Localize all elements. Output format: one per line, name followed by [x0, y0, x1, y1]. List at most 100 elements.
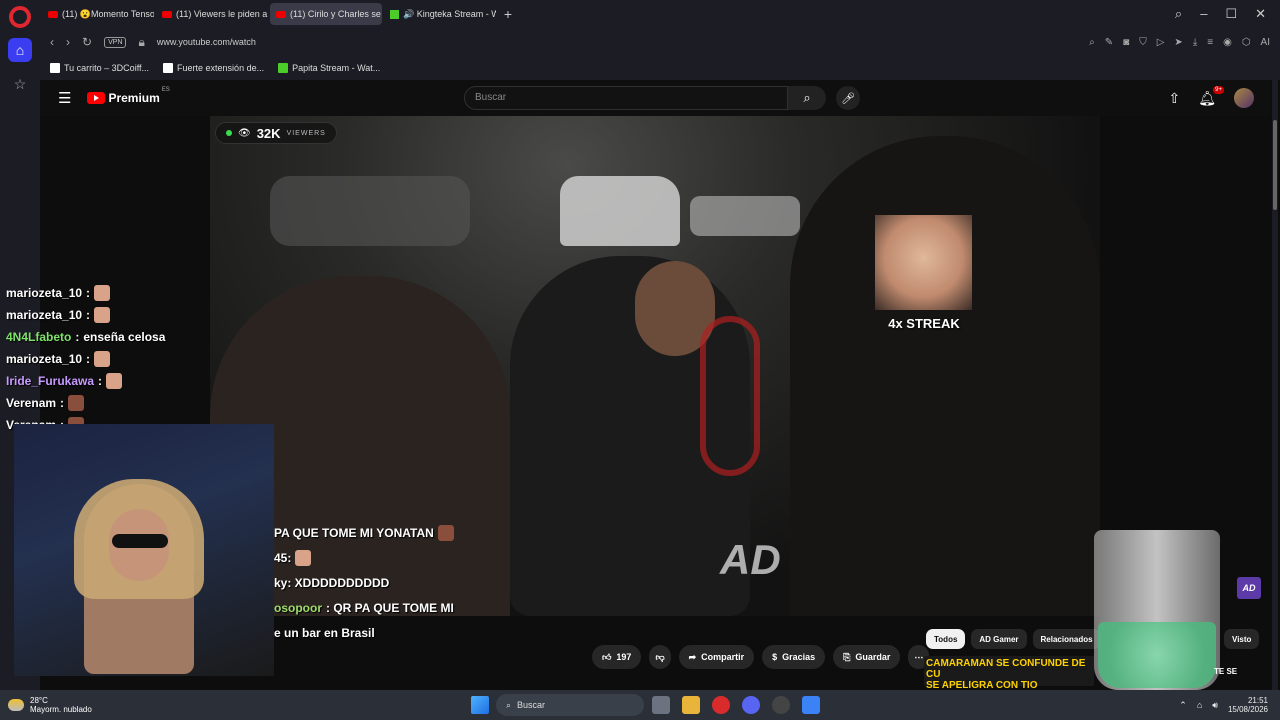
related-chips: Todos AD Gamer Relacionados [926, 629, 1101, 649]
app-icon[interactable] [772, 696, 790, 714]
chat-message: PA QUE TOME MI YONATAN [274, 524, 454, 542]
chat-message: osopoor : QR PA QUE TOME MI [274, 599, 454, 617]
forward-icon[interactable]: › [66, 35, 70, 49]
shield-icon[interactable]: ⛉ [1139, 37, 1147, 48]
volume-icon[interactable]: 🔊︎ [1212, 700, 1218, 711]
search-input[interactable]: Buscar [464, 86, 788, 110]
kick-favicon-icon [278, 63, 289, 73]
close-window-button[interactable]: ✕ [1255, 6, 1266, 22]
settings-icon[interactable] [802, 696, 820, 714]
tab-momento-tenso[interactable]: (11) 😮Momento Tenso E [42, 3, 154, 25]
tab-viewers[interactable]: (11) Viewers le piden a Ki [156, 3, 268, 25]
chat-text: PA QUE TOME MI YONATAN [274, 526, 434, 540]
minimize-button[interactable]: – [1200, 6, 1207, 22]
thumbs-up-icon: 👍︎ [602, 651, 612, 662]
emote-icon [94, 350, 111, 367]
chat-text: : QR PA QUE TOME MI [326, 601, 454, 615]
tab-cirilo-charles[interactable]: (11) Cirilo y Charles se× [270, 3, 382, 25]
scrollbar-thumb[interactable] [1273, 120, 1277, 210]
chat-message: 4N4Lfabeto: enseña celosa [6, 328, 165, 345]
upload-icon[interactable]: ⇧ [1168, 90, 1180, 107]
play-icon[interactable]: ▷ [1157, 37, 1165, 48]
bookmark-extension[interactable]: Fuerte extensión de... [163, 63, 264, 73]
network-icon[interactable]: ⌂ [1197, 700, 1202, 710]
thumbs-down-icon: 👎︎ [655, 651, 665, 662]
youtube-header: ☰ Premium ES Buscar ⌕ 🎤︎ ⇧ 🔔︎ 9+ [40, 80, 1270, 116]
mic-button[interactable]: 🎤︎ [836, 86, 860, 110]
profile-icon[interactable]: ◉ [1223, 37, 1232, 48]
notifications-icon[interactable]: 🔔︎ 9+ [1198, 85, 1224, 107]
bookmarks-bar: Tu carrito – 3DCoiff... Fuerte extensión… [40, 56, 1280, 80]
edit-icon[interactable]: ✎ [1105, 37, 1113, 48]
system-tray: ⌃ ⌂ 🔊︎ 21:51 15/08/2026 [1179, 696, 1268, 714]
chat-text: enseña celosa [83, 329, 166, 344]
channel-badge[interactable]: AD [1237, 577, 1261, 599]
address-bar: ‹ › ↻ VPN 🔒︎ www.youtube.com/watch ⌕ ✎ ◙… [40, 28, 1280, 56]
chip-ad-gamer[interactable]: AD Gamer [971, 629, 1027, 649]
windows-taskbar: 28°C Mayorm. nublado ⌕ Buscar ⌃ ⌂ 🔊︎ 21:51… [0, 690, 1280, 720]
maximize-button[interactable]: ☐ [1225, 6, 1237, 22]
chat-username: Iride_Furukawa [6, 373, 95, 388]
home-icon[interactable]: ⌂ [8, 38, 32, 62]
share-button[interactable]: ➦ Compartir [678, 645, 755, 669]
search-button[interactable]: ⌕ [788, 86, 826, 110]
webcam-sunglasses [112, 534, 168, 548]
windows-start-icon[interactable] [471, 696, 489, 714]
chip-visto[interactable]: Visto [1224, 629, 1260, 649]
opera-logo-icon[interactable] [9, 6, 31, 28]
live-dot-icon [226, 130, 232, 136]
task-view-icon[interactable] [652, 696, 670, 714]
youtube-favicon-icon [276, 10, 286, 18]
emote-icon [94, 284, 111, 301]
chevron-up-icon[interactable]: ⌃ [1179, 700, 1187, 711]
search-tabs-icon[interactable]: ⌕ [1175, 6, 1182, 22]
back-icon[interactable]: ‹ [50, 35, 54, 49]
tab-kingteka[interactable]: 🔊 Kingteka Stream - Wa [384, 3, 496, 25]
save-button[interactable]: ⎘ Guardar [833, 645, 901, 669]
address-toolbar: ⌕ ✎ ◙ ⛉ ▷ ➤ ⤓ ≡ ◉ ⬡ AI [1089, 37, 1280, 48]
opera-icon[interactable] [712, 696, 730, 714]
download-icon[interactable]: ⤓ [1193, 37, 1197, 48]
chip-todos[interactable]: Todos [926, 629, 966, 649]
header-actions: ⇧ 🔔︎ 9+ [1168, 85, 1254, 108]
chat-username: osopoor [274, 601, 322, 615]
camera-icon[interactable]: ◙ [1123, 37, 1129, 48]
menu-icon[interactable]: ≡ [1207, 37, 1213, 48]
notification-count-badge: 9+ [1213, 85, 1224, 94]
extensions-icon[interactable]: ⬡ [1242, 37, 1251, 48]
chat-username: 4N4Lfabeto [6, 329, 72, 344]
reload-icon[interactable]: ↻ [82, 35, 92, 49]
youtube-logo[interactable]: Premium ES [87, 87, 170, 105]
url-field[interactable]: www.youtube.com/watch [157, 37, 256, 47]
vpn-badge[interactable]: VPN [104, 36, 127, 48]
emote-icon [68, 394, 85, 411]
file-explorer-icon[interactable] [682, 696, 700, 714]
hamburger-menu-icon[interactable]: ☰ [58, 89, 71, 107]
chat-text: ky: XDDDDDDDDDD [274, 576, 390, 590]
taskbar-search[interactable]: ⌕ Buscar [496, 694, 644, 716]
chat-separator: : [86, 285, 91, 300]
bookmark-3dcoiff[interactable]: Tu carrito – 3DCoiff... [50, 63, 149, 73]
chat-text: 45: [274, 551, 292, 565]
video-actions: 👍︎ 197 👎︎ ➦ Compartir $ Gracias ⎘ Guardar ⋯ [592, 645, 930, 669]
star-icon[interactable]: ☆ [8, 72, 32, 96]
chip-relacionados[interactable]: Relacionados [1032, 629, 1101, 649]
chat-message: e un bar en Brasil [274, 624, 454, 642]
dislike-button[interactable]: 👎︎ [649, 645, 671, 669]
chat-text: e un bar en Brasil [274, 626, 375, 640]
related-video-thumbnail[interactable]: CAMARAMAN SE CONFUNDE DE CU SE APELIGRA … [924, 656, 1094, 691]
zoom-icon[interactable]: ⌕ [1089, 37, 1095, 48]
like-button[interactable]: 👍︎ 197 [592, 645, 642, 669]
send-icon[interactable]: ➤ [1174, 37, 1182, 48]
weather-widget[interactable]: 28°C Mayorm. nublado [8, 696, 92, 714]
thanks-button[interactable]: $ Gracias [762, 645, 826, 669]
avatar[interactable] [1234, 88, 1254, 108]
clock[interactable]: 21:51 15/08/2026 [1228, 696, 1268, 714]
new-tab-button[interactable]: + [498, 6, 518, 22]
glass-jar-contents [1098, 622, 1216, 688]
chat-message: ky: XDDDDDDDDDD [274, 574, 454, 592]
ai-icon[interactable]: AI [1261, 37, 1270, 48]
video-scene-chair [700, 316, 760, 476]
discord-icon[interactable] [742, 696, 760, 714]
bookmark-papita[interactable]: Papita Stream - Wat... [278, 63, 380, 73]
